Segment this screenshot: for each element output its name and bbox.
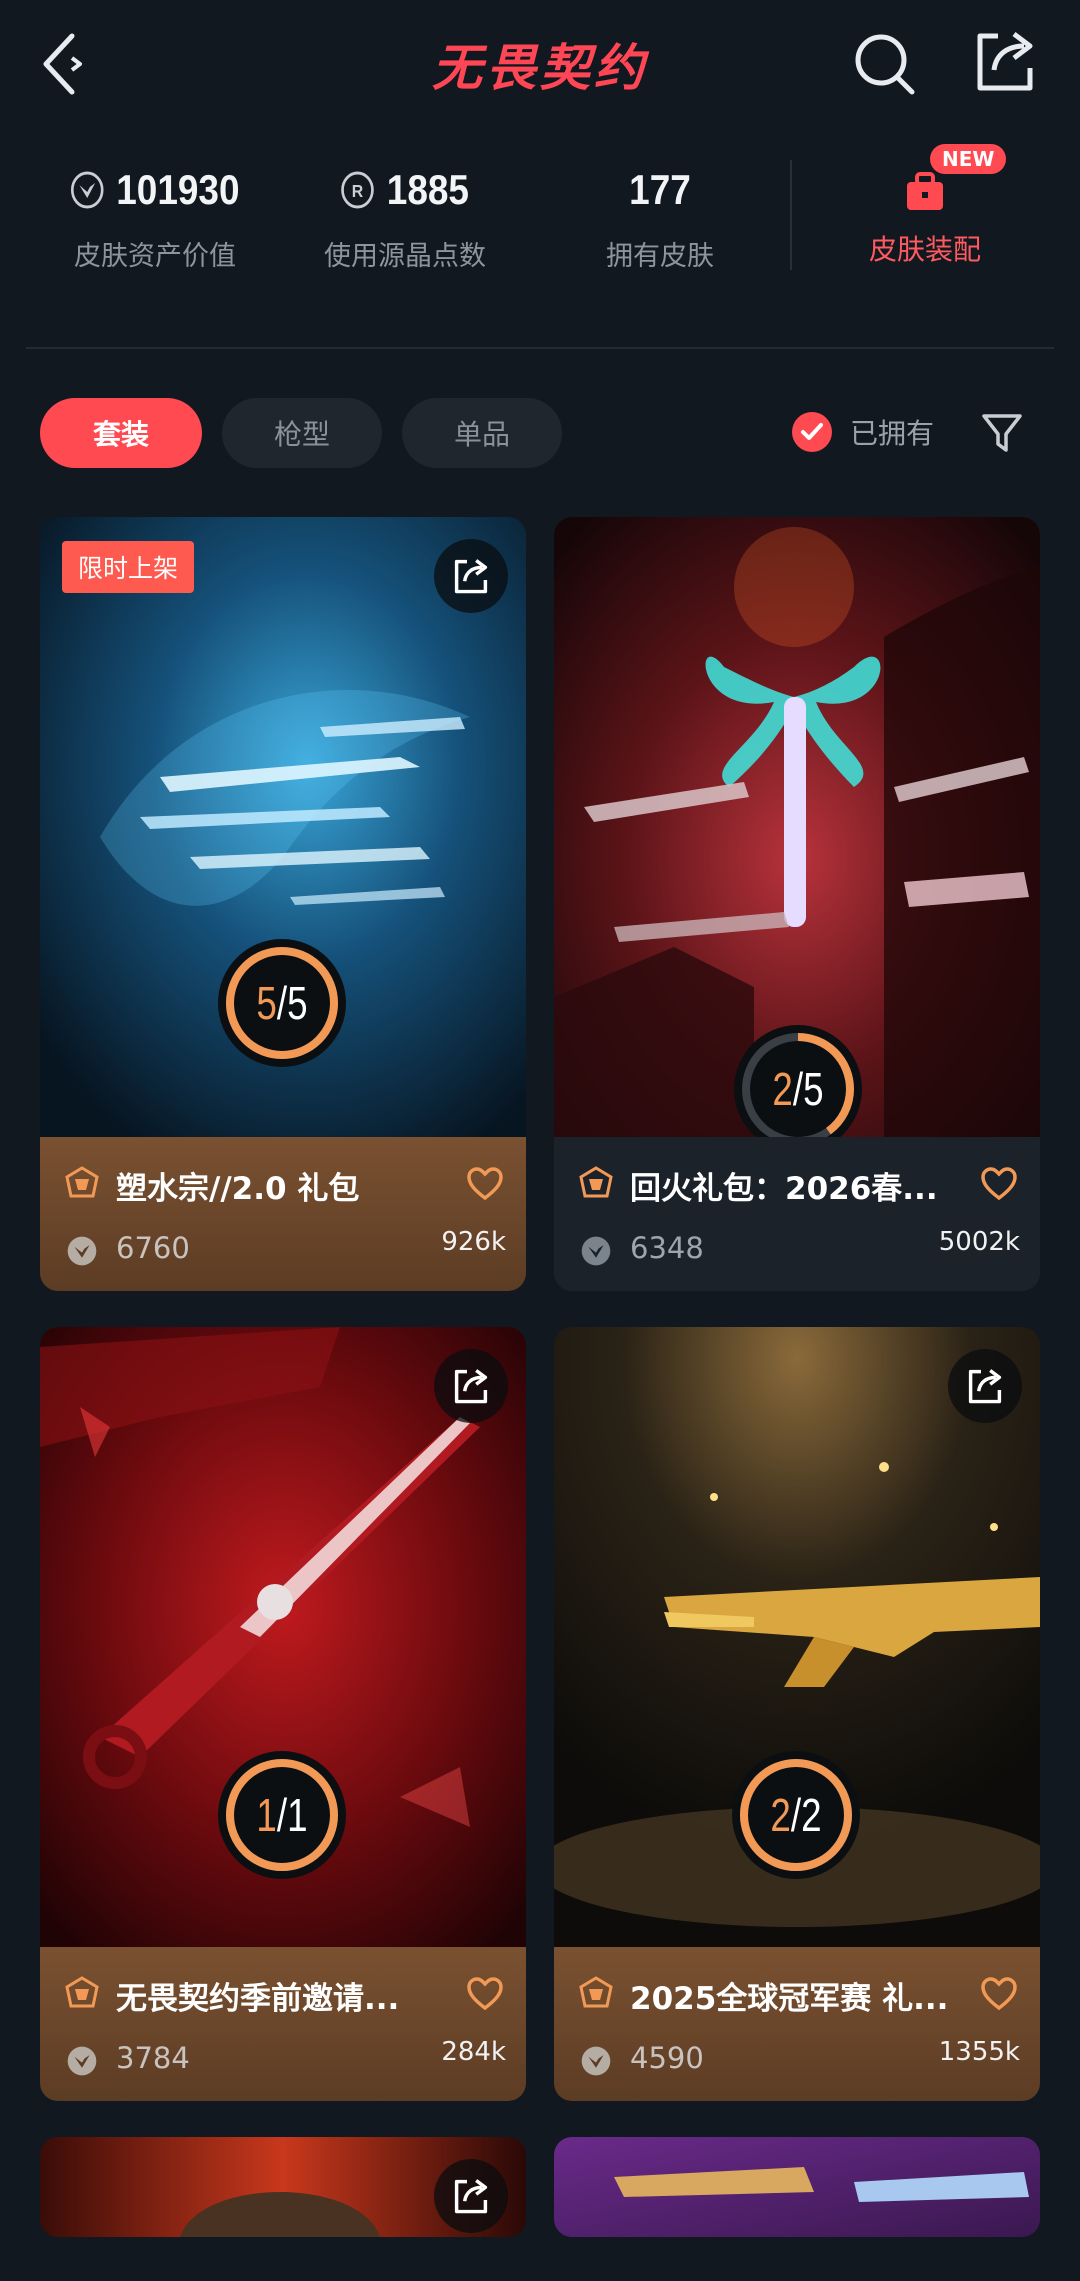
card-footer: 2025全球冠军赛 礼... 4590 1355k xyxy=(554,1947,1040,2101)
bundle-card[interactable] xyxy=(40,2137,526,2237)
bundle-title: 2025全球冠军赛 礼... xyxy=(630,1981,949,2017)
card-footer: 无畏契约季前邀请... 3784 284k xyxy=(40,1947,526,2101)
bundle-price: 4590 xyxy=(630,2041,704,2075)
bundle-tier-icon xyxy=(579,1976,613,2008)
stat-asset-value: 101930 皮肤资产价值 xyxy=(40,160,270,273)
bundle-tier-icon xyxy=(579,1166,613,1198)
total-count: 1 xyxy=(287,1789,308,1841)
bundle-price: 6348 xyxy=(630,1231,704,1265)
card-footer: 回火礼包：2026春... 6348 5002k xyxy=(554,1137,1040,1291)
collection-progress: 1/1 xyxy=(218,1751,346,1879)
top-bar: 无畏契约 xyxy=(0,0,1080,130)
vp-icon xyxy=(67,1236,97,1266)
search-icon[interactable] xyxy=(852,30,918,96)
divider xyxy=(790,160,792,270)
new-badge: NEW xyxy=(930,144,1007,174)
bundle-art: 2/5 xyxy=(554,517,1040,1137)
like-count: 926k xyxy=(441,1227,506,1257)
owned-toggle[interactable]: 已拥有 xyxy=(792,412,934,452)
heart-icon[interactable] xyxy=(466,1977,504,2011)
bundle-tier-icon xyxy=(65,1976,99,2008)
share-icon xyxy=(454,559,488,594)
card-share-button[interactable] xyxy=(434,1349,508,1423)
collection-progress: 5/5 xyxy=(218,939,346,1067)
heart-icon[interactable] xyxy=(980,1977,1018,2011)
bag-icon xyxy=(907,172,943,210)
bundle-card[interactable]: 2/5 回火礼包：2026春... 6348 5002k xyxy=(554,517,1040,1291)
share-icon xyxy=(968,1369,1002,1404)
bundle-art: 2/2 xyxy=(554,1327,1040,1947)
share-icon[interactable] xyxy=(972,28,1038,94)
tab-bundles[interactable]: 套装 xyxy=(40,398,202,468)
bundle-title: 塑水宗//2.0 礼包 xyxy=(116,1171,360,1207)
like-count: 1355k xyxy=(938,2037,1020,2067)
bundle-art: 限时上架 5/5 xyxy=(40,517,526,1137)
card-share-button[interactable] xyxy=(948,1349,1022,1423)
stat-label: 使用源晶点数 xyxy=(324,241,486,272)
vp-icon xyxy=(67,2046,97,2076)
vp-icon xyxy=(581,1236,611,1266)
bundle-card[interactable]: 1/1 无畏契约季前邀请... 3784 284k xyxy=(40,1327,526,2101)
card-share-button[interactable] xyxy=(434,2159,508,2233)
radianite-icon: R xyxy=(341,171,375,209)
like-count: 284k xyxy=(441,2037,506,2067)
total-count: 2 xyxy=(801,1789,822,1841)
stat-value: 177 xyxy=(629,166,691,213)
tab-single-items[interactable]: 单品 xyxy=(402,398,562,468)
bundle-title: 回火礼包：2026春... xyxy=(630,1171,938,1207)
stat-radianite: R 1885 使用源晶点数 xyxy=(290,160,520,273)
owned-count: 2 xyxy=(772,1063,793,1115)
card-share-button[interactable] xyxy=(434,539,508,613)
vp-icon xyxy=(581,2046,611,2076)
skin-equip-button[interactable]: NEW 皮肤装配 xyxy=(830,144,1020,268)
total-count: 5 xyxy=(803,1063,824,1115)
like-count: 5002k xyxy=(938,1227,1020,1257)
collection-progress: 2/2 xyxy=(732,1751,860,1879)
bundle-card[interactable]: 限时上架 5/5 塑水宗//2.0 礼包 6760 926k xyxy=(40,517,526,1291)
check-icon xyxy=(792,412,832,452)
owned-label: 已拥有 xyxy=(850,417,935,450)
stat-label: 拥有皮肤 xyxy=(606,241,714,272)
stat-label: 皮肤资产价值 xyxy=(74,241,236,272)
bundle-title: 无畏契约季前邀请... xyxy=(116,1981,400,2017)
owned-count: 1 xyxy=(256,1789,277,1841)
share-icon xyxy=(454,1369,488,1404)
card-footer: 塑水宗//2.0 礼包 6760 926k xyxy=(40,1137,526,1291)
bundle-art xyxy=(554,2137,1040,2237)
vp-icon xyxy=(70,171,104,209)
bundle-art: 1/1 xyxy=(40,1327,526,1947)
stat-owned-skins: 177 拥有皮肤 xyxy=(545,160,775,273)
svg-text:R: R xyxy=(352,181,363,201)
bundle-card[interactable]: 2/2 2025全球冠军赛 礼... 4590 1355k xyxy=(554,1327,1040,2101)
collection-progress: 2/5 xyxy=(734,1025,862,1137)
heart-icon[interactable] xyxy=(466,1167,504,1201)
limited-badge: 限时上架 xyxy=(62,541,195,593)
stats-bar: 101930 皮肤资产价值 R 1885 使用源晶点数 177 拥有皮肤 NEW… xyxy=(0,144,1080,300)
bundle-tier-icon xyxy=(65,1166,99,1198)
share-icon xyxy=(454,2179,488,2214)
bundle-card[interactable] xyxy=(554,2137,1040,2237)
total-count: 5 xyxy=(287,977,308,1029)
stat-value: 1885 xyxy=(386,166,469,213)
filter-icon[interactable] xyxy=(980,410,1024,454)
bundle-price: 6760 xyxy=(116,1231,190,1265)
divider xyxy=(26,347,1054,349)
bundle-price: 3784 xyxy=(116,2041,190,2075)
stat-value: 101930 xyxy=(116,166,240,213)
tab-weapon-type[interactable]: 枪型 xyxy=(222,398,382,468)
skin-equip-label: 皮肤装配 xyxy=(868,233,981,266)
owned-count: 5 xyxy=(256,977,277,1029)
page-title: 无畏契约 xyxy=(432,39,648,97)
heart-icon[interactable] xyxy=(980,1167,1018,1201)
owned-count: 2 xyxy=(770,1789,791,1841)
